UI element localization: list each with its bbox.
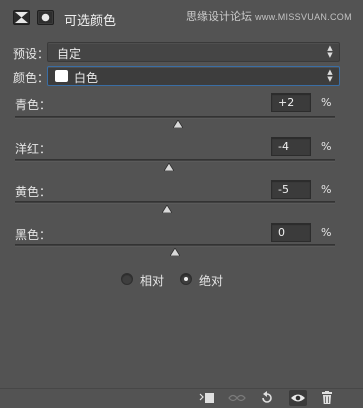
panel-header: 可选颜色 思缘设计论坛 www.MISSVUAN.COM <box>0 0 363 36</box>
yellow-slider-track[interactable] <box>15 201 335 204</box>
black-value-input[interactable]: 0 <box>271 223 311 242</box>
watermark-text: 思缘设计论坛 <box>186 11 252 23</box>
magenta-percent-sign: % <box>321 140 332 153</box>
preset-value: 自定 <box>57 47 82 61</box>
preset-select[interactable]: 自定 ▲ ▼ <box>47 42 340 62</box>
select-arrows-icon: ▲ ▼ <box>327 44 333 59</box>
watermark-url: www.MISSVUAN.COM <box>255 12 352 22</box>
yellow-percent-sign: % <box>321 183 332 196</box>
slider-label-cyan: 青色： <box>15 98 52 112</box>
black-slider-track[interactable] <box>15 244 335 247</box>
slider-label-magenta: 洋红： <box>15 142 52 156</box>
cyan-slider-thumb[interactable] <box>173 120 184 128</box>
slider-label-yellow: 黄色： <box>15 185 52 199</box>
visibility-icon[interactable] <box>289 390 307 406</box>
view-previous-icon[interactable] <box>228 390 246 406</box>
cyan-percent-sign: % <box>321 96 332 109</box>
preset-label: 预设： <box>13 47 50 61</box>
magenta-value-input[interactable]: -4 <box>271 137 311 156</box>
colors-value: 白色 <box>74 71 99 85</box>
colors-select[interactable]: 白色 ▲ ▼ <box>47 66 340 86</box>
colors-label: 颜色： <box>13 71 50 85</box>
radio-absolute[interactable] <box>180 273 192 285</box>
cyan-slider-track[interactable] <box>15 116 335 119</box>
black-percent-sign: % <box>321 226 332 239</box>
radio-relative[interactable] <box>121 273 133 285</box>
reset-icon[interactable] <box>258 390 276 406</box>
slider-label-black: 黑色： <box>15 228 52 242</box>
layer-mask-icon[interactable] <box>37 10 54 25</box>
color-swatch <box>55 70 68 82</box>
cyan-value-input[interactable]: +2 <box>271 93 311 112</box>
radio-absolute-label[interactable]: 绝对 <box>199 272 223 289</box>
yellow-value-input[interactable]: -5 <box>271 180 311 199</box>
watermark: 思缘设计论坛 www.MISSVUAN.COM <box>186 8 352 24</box>
adjustment-icon[interactable] <box>13 10 30 25</box>
select-arrows-icon: ▲ ▼ <box>327 68 333 83</box>
yellow-slider-thumb[interactable] <box>162 205 172 213</box>
bottom-toolbar <box>0 388 363 408</box>
radio-relative-label[interactable]: 相对 <box>140 272 164 289</box>
clip-to-layer-icon[interactable] <box>198 390 216 406</box>
delete-icon[interactable] <box>318 390 336 406</box>
panel-title: 可选颜色 <box>64 14 117 29</box>
black-slider-thumb[interactable] <box>170 248 180 256</box>
magenta-slider-track[interactable] <box>15 159 335 162</box>
magenta-slider-thumb[interactable] <box>163 163 174 171</box>
